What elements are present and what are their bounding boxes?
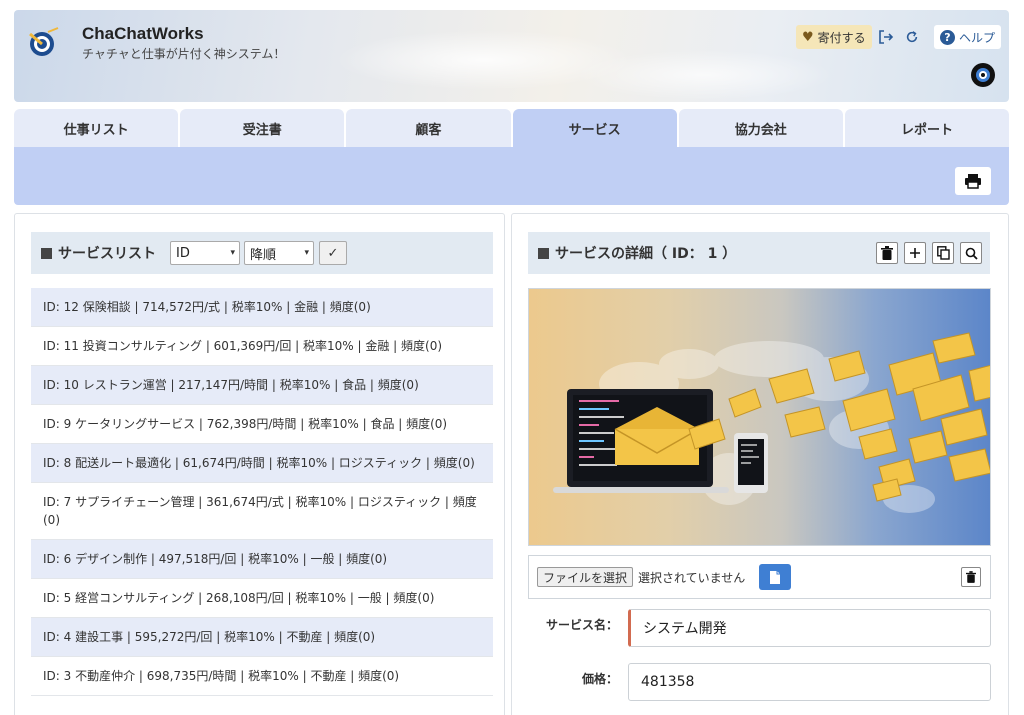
- service-image: [528, 288, 991, 546]
- delete-image-button[interactable]: [961, 567, 981, 587]
- donate-button[interactable]: ♥ 寄付する: [796, 25, 872, 49]
- service-list-item[interactable]: ID: 5 経営コンサルティング | 268,108円/回 | 税率10% | …: [31, 579, 493, 618]
- sort-order-select[interactable]: 降順 ▾: [244, 241, 314, 265]
- service-name-input[interactable]: システム開発: [628, 609, 991, 647]
- detail-actions: [876, 242, 982, 264]
- service-list: ID: 12 保険相談 | 714,572円/式 | 税率10% | 金融 | …: [31, 288, 493, 696]
- service-detail-title: サービスの詳細（ ID： 1 ）: [538, 243, 736, 263]
- main-tabs: 仕事リスト 受注書 顧客 サービス 協力会社 レポート: [14, 109, 1010, 147]
- search-icon: [965, 247, 978, 260]
- file-status: 選択されていません: [638, 570, 746, 585]
- tab-services[interactable]: サービス: [512, 109, 677, 147]
- service-list-item[interactable]: ID: 12 保険相談 | 714,572円/式 | 税率10% | 金融 | …: [31, 288, 493, 327]
- app-logo-icon[interactable]: [26, 24, 62, 60]
- service-name-label: サービス名：: [545, 618, 618, 632]
- logout-icon[interactable]: [876, 27, 896, 47]
- service-detail-title-text: サービスの詳細（ ID： 1 ）: [555, 246, 737, 262]
- service-list-header: サービスリスト ID ▾ 降順 ▾ ✓: [31, 232, 493, 274]
- app-header: ChaChatWorks チャチャと仕事が片付く神システム！ ♥ 寄付する ? …: [14, 10, 1009, 102]
- service-detail-header: サービスの詳細（ ID： 1 ）: [528, 232, 990, 274]
- service-list-title: サービスリスト: [41, 243, 156, 263]
- print-button[interactable]: [955, 167, 991, 195]
- square-bullet-icon: [538, 247, 549, 259]
- add-button[interactable]: [904, 242, 926, 264]
- plus-icon: [910, 248, 920, 258]
- sort-order-value: 降順: [250, 247, 277, 263]
- printer-icon: [965, 174, 981, 189]
- square-bullet-icon: [41, 247, 52, 259]
- sort-field-select[interactable]: ID ▾: [170, 241, 240, 265]
- copy-icon: [936, 246, 950, 260]
- search-button[interactable]: [960, 242, 982, 264]
- service-detail-panel: サービスの詳細（ ID： 1 ） ファイルを選択 選択されていません サービス名…: [511, 213, 1009, 715]
- chevron-down-icon: ▾: [230, 248, 235, 258]
- sort-field-value: ID: [176, 245, 190, 261]
- file-upload-row: ファイルを選択 選択されていません: [528, 555, 991, 599]
- header-cloud: [574, 50, 834, 100]
- apply-sort-button[interactable]: ✓: [319, 241, 347, 265]
- tab-customers[interactable]: 顧客: [346, 109, 511, 147]
- copy-button[interactable]: [932, 242, 954, 264]
- choose-file-button[interactable]: ファイルを選択: [537, 567, 634, 587]
- trash-icon: [881, 246, 893, 260]
- tab-job-list[interactable]: 仕事リスト: [14, 109, 179, 147]
- price-input[interactable]: 481358: [628, 663, 991, 701]
- chevron-down-icon: ▾: [304, 248, 309, 258]
- tab-orders[interactable]: 受注書: [180, 109, 345, 147]
- service-list-item[interactable]: ID: 11 投資コンサルティング | 601,369円/回 | 税率10% |…: [31, 327, 493, 366]
- tab-reports[interactable]: レポート: [844, 109, 1010, 147]
- help-label: ヘルプ: [959, 30, 996, 45]
- heart-icon: ♥: [802, 29, 814, 45]
- donate-label: 寄付する: [817, 30, 866, 45]
- user-avatar[interactable]: [970, 62, 996, 88]
- upload-file-button[interactable]: [759, 564, 792, 590]
- price-label: 価格：: [581, 672, 618, 686]
- tab-partners[interactable]: 協力会社: [678, 109, 843, 147]
- service-list-item[interactable]: ID: 7 サプライチェーン管理 | 361,674円/式 | 税率10% | …: [31, 483, 493, 540]
- refresh-icon[interactable]: [902, 27, 922, 47]
- service-list-item[interactable]: ID: 8 配送ルート最適化 | 61,674円/時間 | 税率10% | ロジ…: [31, 444, 493, 483]
- service-list-title-text: サービスリスト: [58, 246, 156, 262]
- help-icon: ?: [940, 29, 955, 45]
- service-list-item[interactable]: ID: 3 不動産仲介 | 698,735円/時間 | 税率10% | 不動産 …: [31, 657, 493, 696]
- delete-button[interactable]: [876, 242, 898, 264]
- document-icon: [770, 570, 781, 584]
- app-title: ChaChatWorks: [82, 24, 204, 43]
- service-list-item[interactable]: ID: 9 ケータリングサービス | 762,398円/時間 | 税率10% |…: [31, 405, 493, 444]
- service-list-item[interactable]: ID: 4 建設工事 | 595,272円/回 | 税率10% | 不動産 | …: [31, 618, 493, 657]
- trash-icon: [966, 571, 976, 583]
- service-list-item[interactable]: ID: 10 レストラン運営 | 217,147円/時間 | 税率10% | 食…: [31, 366, 493, 405]
- email-world-illustration: [553, 332, 990, 513]
- toolbar-band: [14, 147, 1009, 205]
- app-subtitle: チャチャと仕事が片付く神システム！: [82, 47, 286, 61]
- help-button[interactable]: ? ヘルプ: [934, 25, 1002, 49]
- service-list-panel: サービスリスト ID ▾ 降順 ▾ ✓ ID: 12 保険相談 | 714,57…: [14, 213, 505, 715]
- service-list-item[interactable]: ID: 6 デザイン制作 | 497,518円/回 | 税率10% | 一般 |…: [31, 540, 493, 579]
